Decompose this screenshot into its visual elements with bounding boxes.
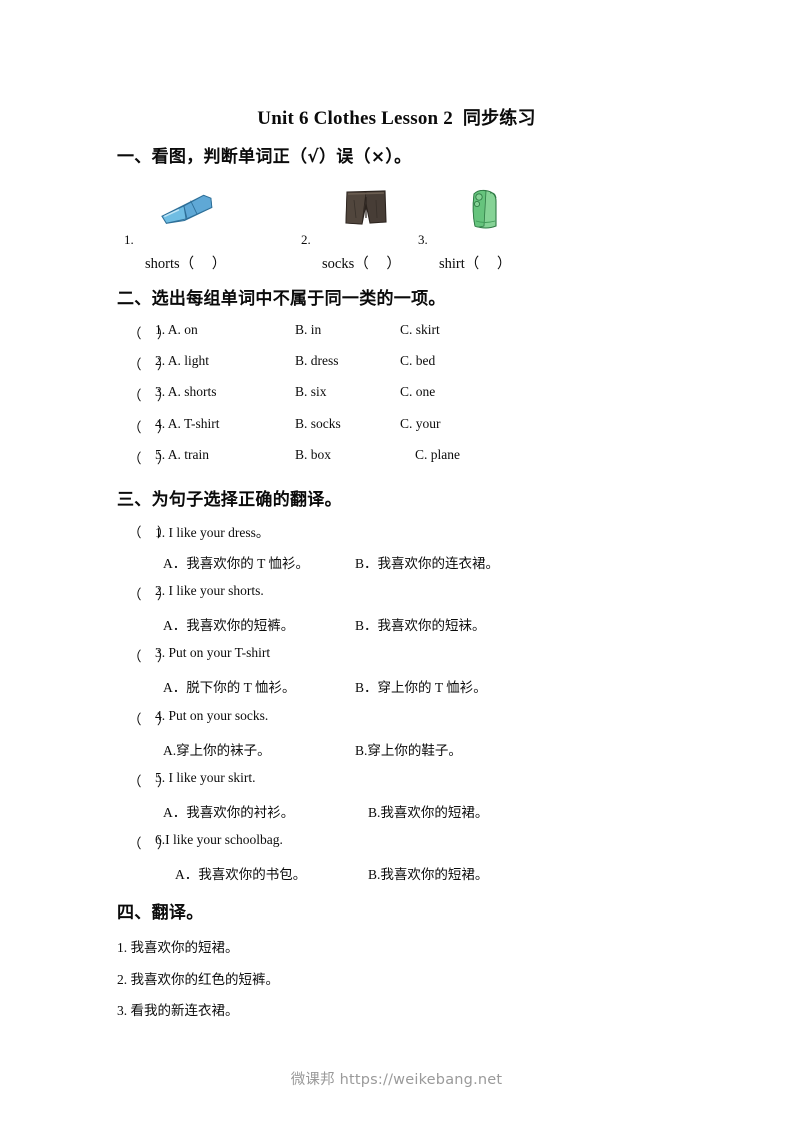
option-a[interactable]: 1. A. on xyxy=(155,322,198,338)
option-b[interactable]: B. in xyxy=(295,322,321,338)
option-a[interactable]: A.穿上你的袜子。 xyxy=(163,739,271,759)
option-b[interactable]: B.穿上你的鞋子。 xyxy=(355,739,462,759)
question-stem: 4. Put on your socks. xyxy=(155,708,269,723)
option-b[interactable]: B. dress xyxy=(295,353,339,369)
section-2-heading: 二、选出每组单词中不属于同一类的一项。 xyxy=(117,289,446,309)
question-stem: 1. I like your dress。 xyxy=(155,525,270,540)
option-c[interactable]: C. your xyxy=(400,416,441,432)
option-c[interactable]: C. skirt xyxy=(400,322,440,338)
option-b[interactable]: B.我喜欢你的短裙。 xyxy=(368,801,488,821)
picture-item-2-number: 2. xyxy=(301,232,311,247)
option-c[interactable]: C. one xyxy=(400,384,435,400)
option-b[interactable]: B.我喜欢你的短裙。 xyxy=(368,863,488,883)
page-title-chinese: 同步练习 xyxy=(462,108,536,129)
option-a[interactable]: A．我喜欢你的 T 恤衫。 xyxy=(163,552,309,572)
question-stem: 2. I like your shorts. xyxy=(155,583,264,598)
picture-item-1-number: 1. xyxy=(124,232,134,247)
picture-item-3-answer-blank[interactable]: （ ） xyxy=(465,256,519,272)
option-a[interactable]: A．我喜欢你的衬衫。 xyxy=(163,801,294,821)
option-c[interactable]: C. bed xyxy=(400,353,435,369)
section-1-heading: 一、看图，判断单词正（√）误（×）。 xyxy=(117,147,412,167)
picture-item-3: 3. shirt（ ） xyxy=(411,186,581,272)
option-a[interactable]: 3. A. shorts xyxy=(155,384,217,400)
section-4-line-1: 1. 我喜欢你的短裙。 xyxy=(117,940,239,955)
picture-item-2-answer-blank[interactable]: （ ） xyxy=(354,256,408,272)
option-a[interactable]: 2. A. light xyxy=(155,353,209,369)
option-a[interactable]: A．脱下你的 T 恤衫。 xyxy=(163,676,296,696)
option-b[interactable]: B. six xyxy=(295,384,327,400)
picture-item-1: 1. shorts（ ） xyxy=(117,186,287,272)
option-c[interactable]: C. plane xyxy=(415,447,460,463)
question-stem: 3. Put on your T-shirt xyxy=(155,645,271,660)
option-a[interactable]: A．我喜欢你的书包。 xyxy=(175,863,306,883)
page-title: Unit 6 Clothes Lesson 2 同步练习 xyxy=(0,104,793,130)
page-title-english: Unit 6 Clothes Lesson 2 xyxy=(257,108,453,129)
option-a[interactable]: 5. A. train xyxy=(155,447,209,463)
option-b[interactable]: B．我喜欢你的短袜。 xyxy=(355,614,486,634)
picture-item-1-word: shorts（ ） xyxy=(145,256,234,272)
option-b[interactable]: B. socks xyxy=(295,416,341,432)
option-b[interactable]: B．我喜欢你的连衣裙。 xyxy=(355,552,499,572)
option-a[interactable]: A．我喜欢你的短裤。 xyxy=(163,614,294,634)
brown-shorts-icon xyxy=(329,188,401,236)
option-b[interactable]: B．穿上你的 T 恤衫。 xyxy=(355,676,487,696)
green-shirt-icon xyxy=(446,188,518,236)
picture-item-3-word: shirt（ ） xyxy=(439,256,519,272)
picture-item-1-answer-blank[interactable]: （ ） xyxy=(180,256,234,272)
section-1-picture-row: 1. shorts（ ） 2. socks（ ） 3. shirt（ ） xyxy=(117,186,677,272)
section-4-heading: 四、翻译。 xyxy=(117,903,204,923)
picture-item-3-number: 3. xyxy=(418,232,428,247)
picture-item-2-word: socks（ ） xyxy=(322,256,408,272)
section-3-heading: 三、为句子选择正确的翻译。 xyxy=(117,490,342,510)
question-stem: 6.I like your schoolbag. xyxy=(155,832,283,847)
footer-watermark: 微课邦 https://weikebang.net xyxy=(290,1072,503,1088)
question-stem: 5. I like your skirt. xyxy=(155,770,256,785)
option-b[interactable]: B. box xyxy=(295,447,331,463)
blue-shorts-icon xyxy=(152,188,224,236)
worksheet-page: Unit 6 Clothes Lesson 2 同步练习 一、看图，判断单词正（… xyxy=(0,0,793,1122)
section-4-line-3: 3. 看我的新连衣裙。 xyxy=(117,1003,239,1018)
option-a[interactable]: 4. A. T-shirt xyxy=(155,416,220,432)
section-4-line-2: 2. 我喜欢你的红色的短裤。 xyxy=(117,972,279,987)
